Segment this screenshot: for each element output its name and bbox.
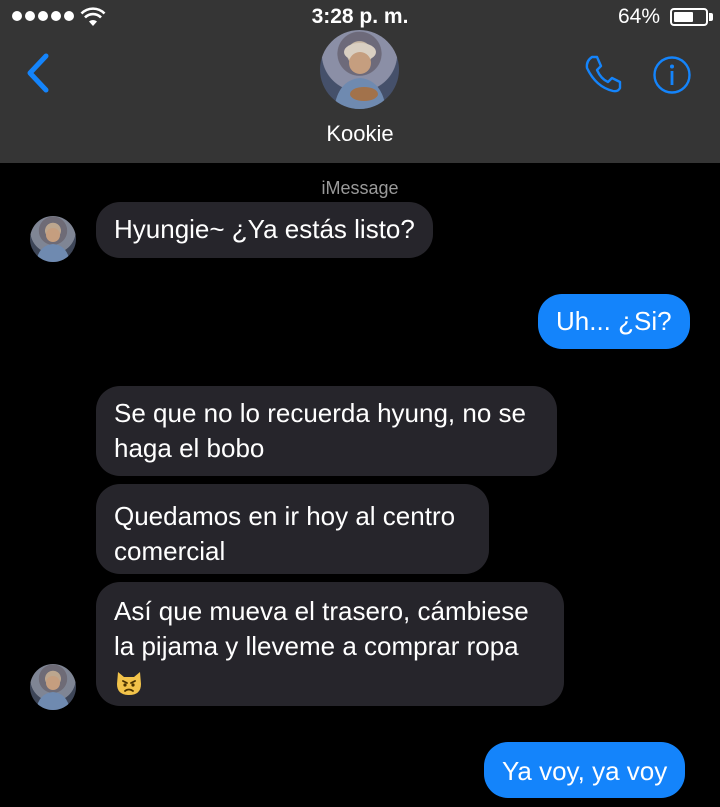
battery-tip xyxy=(709,13,713,21)
phone-icon[interactable] xyxy=(582,53,624,95)
status-bar: 3:28 p. m. 64% xyxy=(0,0,720,34)
message-bubble-outgoing[interactable]: Ya voy, ya voy xyxy=(484,742,686,798)
chevron-left-icon[interactable] xyxy=(20,52,56,94)
sender-avatar[interactable] xyxy=(30,664,76,710)
info-icon[interactable] xyxy=(652,55,692,95)
sender-avatar[interactable] xyxy=(30,216,76,262)
message-bubble-outgoing[interactable]: Uh... ¿Si? xyxy=(538,294,690,349)
battery-percentage: 64% xyxy=(617,5,660,28)
message-bubble-incoming[interactable]: Quedamos en ir hoy al centro comercial xyxy=(96,484,489,574)
battery-icon xyxy=(670,8,708,26)
service-label: iMessage xyxy=(321,178,399,198)
message-text: Así que mueva el trasero, cámbiese la pi… xyxy=(114,596,529,661)
message-bubble-incoming[interactable]: Se que no lo recuerda hyung, no se haga … xyxy=(96,386,557,476)
status-time: 3:28 p. m. xyxy=(311,5,409,28)
conversation-header: 3:28 p. m. 64% Kookie xyxy=(0,0,720,163)
pouting-cat-face-icon xyxy=(117,672,141,696)
message-bubble-incoming[interactable]: Así que mueva el trasero, cámbiese la pi… xyxy=(96,582,564,706)
contact-name[interactable]: Kookie xyxy=(0,121,720,147)
battery-level xyxy=(674,12,693,22)
contact-avatar[interactable] xyxy=(320,30,399,109)
message-bubble-incoming[interactable]: Hyungie~ ¿Ya estás listo? xyxy=(96,202,433,258)
